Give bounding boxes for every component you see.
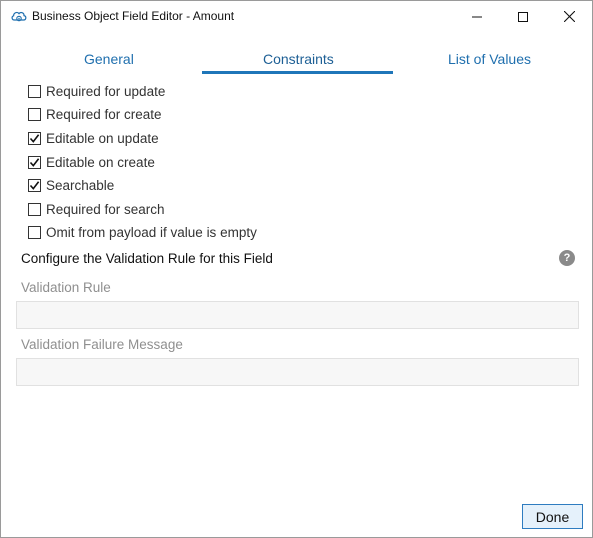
checkbox-label: Omit from payload if value is empty bbox=[46, 224, 257, 240]
checkbox-label: Required for update bbox=[46, 83, 166, 99]
required-for-update-checkbox[interactable]: Required for update bbox=[28, 82, 165, 100]
checkbox-box[interactable] bbox=[28, 131, 41, 145]
validation-rule-input[interactable] bbox=[16, 301, 579, 329]
close-button[interactable] bbox=[546, 1, 592, 32]
checkbox-label: Required for search bbox=[46, 201, 165, 217]
checkbox-label: Editable on create bbox=[46, 154, 155, 170]
checkmark-icon bbox=[29, 180, 40, 190]
checkmark-icon bbox=[29, 157, 40, 167]
checkbox-box[interactable] bbox=[28, 178, 41, 192]
help-icon[interactable]: ? bbox=[559, 250, 575, 266]
searchable-checkbox[interactable]: Searchable bbox=[28, 176, 114, 194]
validation-section-title: Configure the Validation Rule for this F… bbox=[21, 251, 273, 266]
checkbox-box[interactable] bbox=[28, 155, 41, 169]
checkbox-box[interactable] bbox=[28, 202, 41, 216]
editable-on-create-checkbox[interactable]: Editable on create bbox=[28, 153, 155, 171]
editable-on-update-checkbox[interactable]: Editable on update bbox=[28, 129, 159, 147]
omit-from-payload-checkbox[interactable]: Omit from payload if value is empty bbox=[28, 223, 257, 241]
title-bar[interactable]: Business Object Field Editor - Amount bbox=[1, 1, 592, 32]
validation-failure-message-label: Validation Failure Message bbox=[21, 337, 183, 352]
tab-list-of-values[interactable]: List of Values bbox=[448, 51, 531, 67]
checkbox-label: Editable on update bbox=[46, 130, 159, 146]
maximize-button[interactable] bbox=[500, 1, 546, 32]
tab-general[interactable]: General bbox=[84, 51, 134, 67]
required-for-search-checkbox[interactable]: Required for search bbox=[28, 200, 165, 218]
checkbox-box[interactable] bbox=[28, 84, 41, 98]
tab-constraints[interactable]: Constraints bbox=[263, 51, 334, 67]
validation-rule-label: Validation Rule bbox=[21, 280, 111, 295]
checkbox-box[interactable] bbox=[28, 225, 41, 239]
minimize-button[interactable] bbox=[454, 1, 500, 32]
window-title: Business Object Field Editor - Amount bbox=[32, 9, 235, 23]
field-editor-window: Business Object Field Editor - Amount Ge… bbox=[0, 0, 593, 538]
checkbox-label: Required for create bbox=[46, 106, 162, 122]
done-button[interactable]: Done bbox=[522, 504, 583, 529]
checkbox-box[interactable] bbox=[28, 107, 41, 121]
maximize-icon bbox=[518, 11, 528, 22]
checkbox-label: Searchable bbox=[46, 177, 115, 193]
close-icon bbox=[563, 11, 575, 22]
minimize-icon bbox=[472, 16, 482, 17]
active-tab-indicator bbox=[202, 71, 393, 74]
checkmark-icon bbox=[29, 133, 40, 143]
required-for-create-checkbox[interactable]: Required for create bbox=[28, 105, 162, 123]
validation-failure-message-input[interactable] bbox=[16, 358, 579, 386]
cloud-gear-icon bbox=[10, 8, 28, 24]
